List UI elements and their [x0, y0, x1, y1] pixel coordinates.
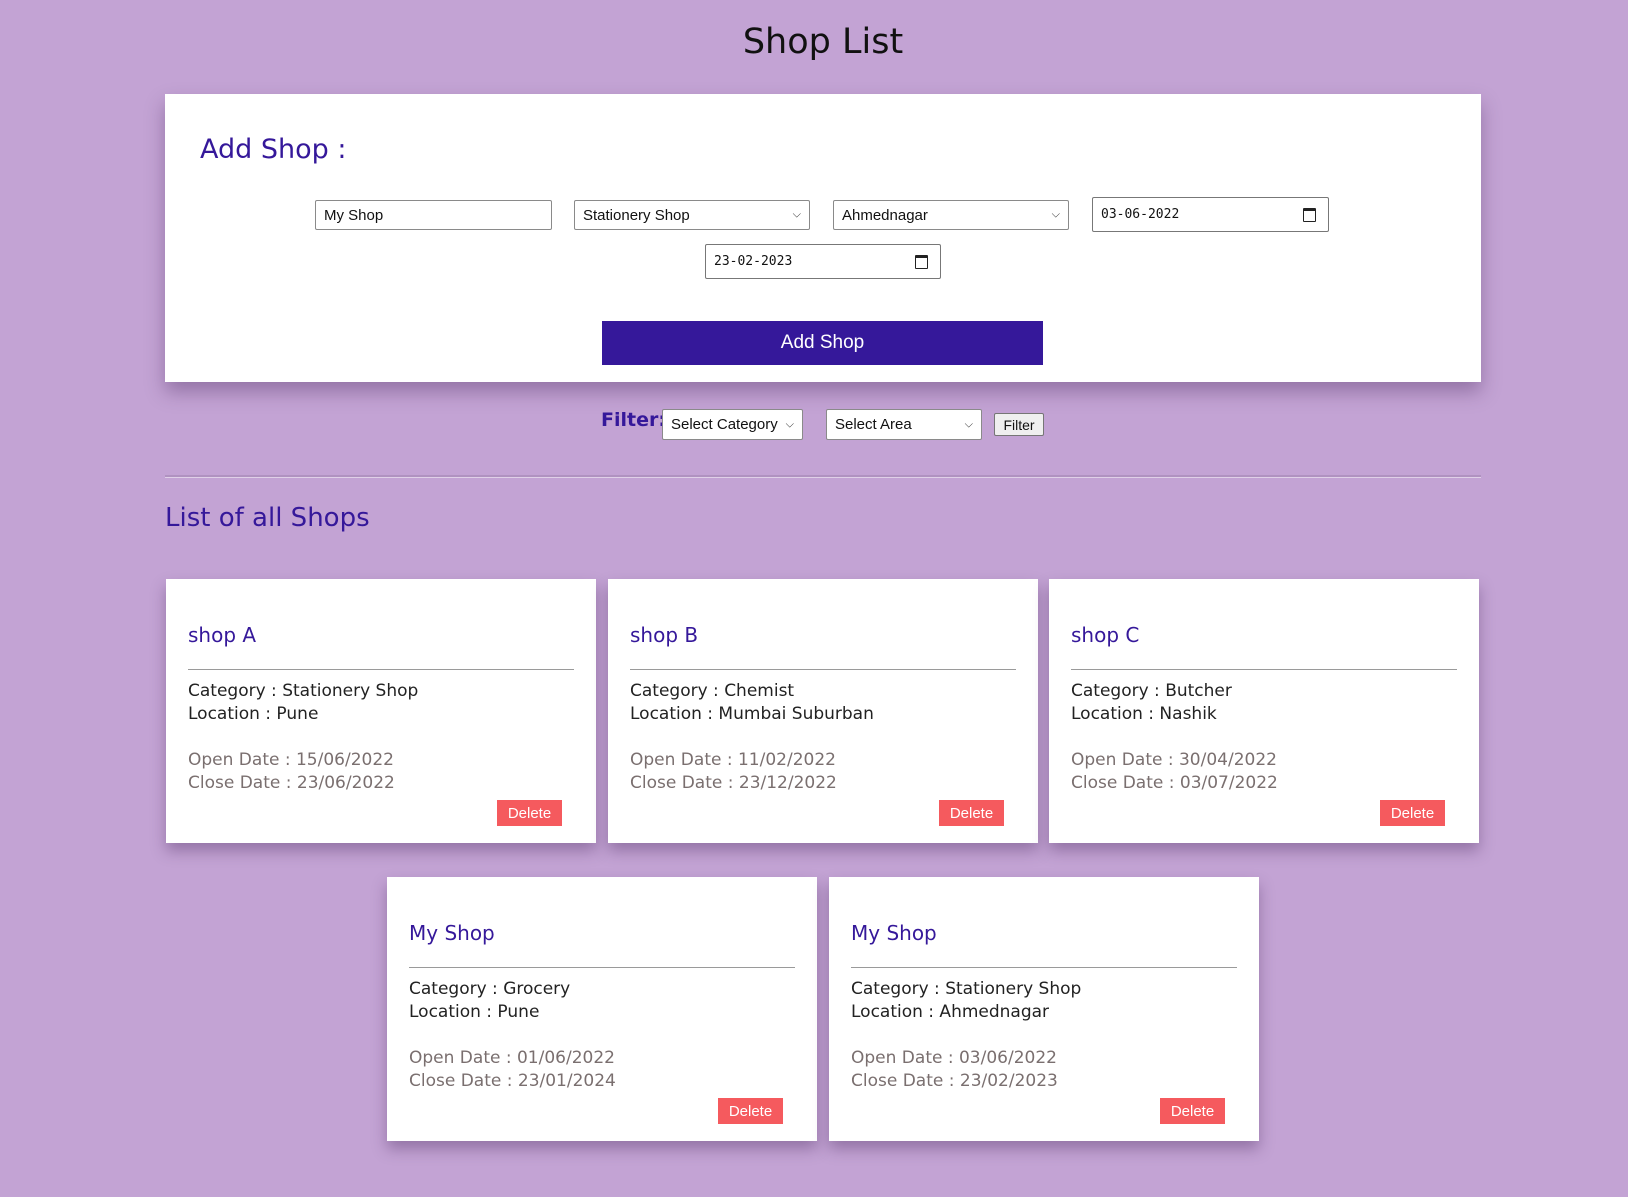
shop-name-input[interactable]: My Shop	[315, 200, 552, 230]
section-divider	[165, 475, 1481, 478]
shop-card: shop B Category : Chemist Location : Mum…	[608, 579, 1038, 843]
shop-name: shop C	[1071, 623, 1140, 647]
area-select-value: Ahmednagar	[842, 206, 928, 224]
shop-category: Category : Grocery	[409, 979, 571, 999]
delete-button[interactable]: Delete	[718, 1098, 783, 1124]
filter-category-value: Select Category	[671, 416, 778, 433]
shop-name: My Shop	[409, 921, 495, 945]
open-date-value: 03-06-2022	[1101, 207, 1180, 222]
chevron-down-icon: ⌵	[785, 418, 794, 430]
delete-button[interactable]: Delete	[939, 800, 1004, 826]
filter-label: Filter:	[601, 409, 666, 431]
shop-close-date: Close Date : 03/07/2022	[1071, 773, 1278, 793]
chevron-down-icon: ⌵	[964, 418, 973, 430]
filter-area-value: Select Area	[835, 416, 912, 433]
card-divider	[851, 967, 1237, 968]
shop-open-date: Open Date : 01/06/2022	[409, 1048, 615, 1068]
shop-name: shop B	[630, 623, 699, 647]
close-date-input[interactable]: 23-02-2023	[705, 244, 941, 279]
shop-name: shop A	[188, 623, 257, 647]
shop-card: My Shop Category : Grocery Location : Pu…	[387, 877, 817, 1141]
close-date-value: 23-02-2023	[714, 254, 793, 269]
card-divider	[630, 669, 1016, 670]
add-shop-button[interactable]: Add Shop	[602, 321, 1043, 365]
page-title: Shop List	[742, 22, 904, 62]
shop-open-date: Open Date : 15/06/2022	[188, 750, 394, 770]
card-divider	[1071, 669, 1457, 670]
shop-category: Category : Stationery Shop	[188, 681, 419, 701]
filter-area-select[interactable]: Select Area ⌵	[826, 409, 982, 440]
delete-button[interactable]: Delete	[1380, 800, 1445, 826]
shop-location: Location : Pune	[188, 704, 319, 724]
shop-category: Category : Butcher	[1071, 681, 1232, 701]
shop-open-date: Open Date : 30/04/2022	[1071, 750, 1277, 770]
shop-close-date: Close Date : 23/06/2022	[188, 773, 395, 793]
shop-close-date: Close Date : 23/12/2022	[630, 773, 837, 793]
chevron-down-icon: ⌵	[1051, 208, 1060, 221]
shop-open-date: Open Date : 03/06/2022	[851, 1048, 1057, 1068]
card-divider	[409, 967, 795, 968]
shop-card: shop C Category : Butcher Location : Nas…	[1049, 579, 1479, 843]
filter-button[interactable]: Filter	[994, 413, 1044, 436]
add-shop-heading: Add Shop :	[200, 134, 347, 165]
shop-list-heading: List of all Shops	[165, 503, 370, 533]
shop-open-date: Open Date : 11/02/2022	[630, 750, 836, 770]
area-select[interactable]: Ahmednagar ⌵	[833, 200, 1069, 230]
category-select[interactable]: Stationery Shop ⌵	[574, 200, 810, 230]
chevron-down-icon: ⌵	[792, 208, 801, 221]
filter-category-select[interactable]: Select Category ⌵	[662, 409, 803, 440]
shop-location: Location : Mumbai Suburban	[630, 704, 874, 724]
shop-name: My Shop	[851, 921, 937, 945]
open-date-input[interactable]: 03-06-2022	[1092, 197, 1329, 232]
delete-button[interactable]: Delete	[1160, 1098, 1225, 1124]
shop-card: My Shop Category : Stationery Shop Locat…	[829, 877, 1259, 1141]
shop-category: Category : Chemist	[630, 681, 795, 701]
shop-location: Location : Ahmednagar	[851, 1002, 1050, 1022]
shop-location: Location : Pune	[409, 1002, 540, 1022]
card-divider	[188, 669, 574, 670]
add-shop-panel: Add Shop : My Shop Stationery Shop ⌵ Ahm…	[165, 94, 1481, 382]
shop-card: shop A Category : Stationery Shop Locati…	[166, 579, 596, 843]
shop-name-value: My Shop	[324, 206, 384, 224]
calendar-icon[interactable]	[1303, 207, 1316, 222]
shop-close-date: Close Date : 23/01/2024	[409, 1071, 616, 1091]
category-select-value: Stationery Shop	[583, 206, 690, 224]
shop-category: Category : Stationery Shop	[851, 979, 1082, 999]
calendar-icon[interactable]	[915, 254, 928, 269]
delete-button[interactable]: Delete	[497, 800, 562, 826]
shop-location: Location : Nashik	[1071, 704, 1217, 724]
shop-close-date: Close Date : 23/02/2023	[851, 1071, 1058, 1091]
